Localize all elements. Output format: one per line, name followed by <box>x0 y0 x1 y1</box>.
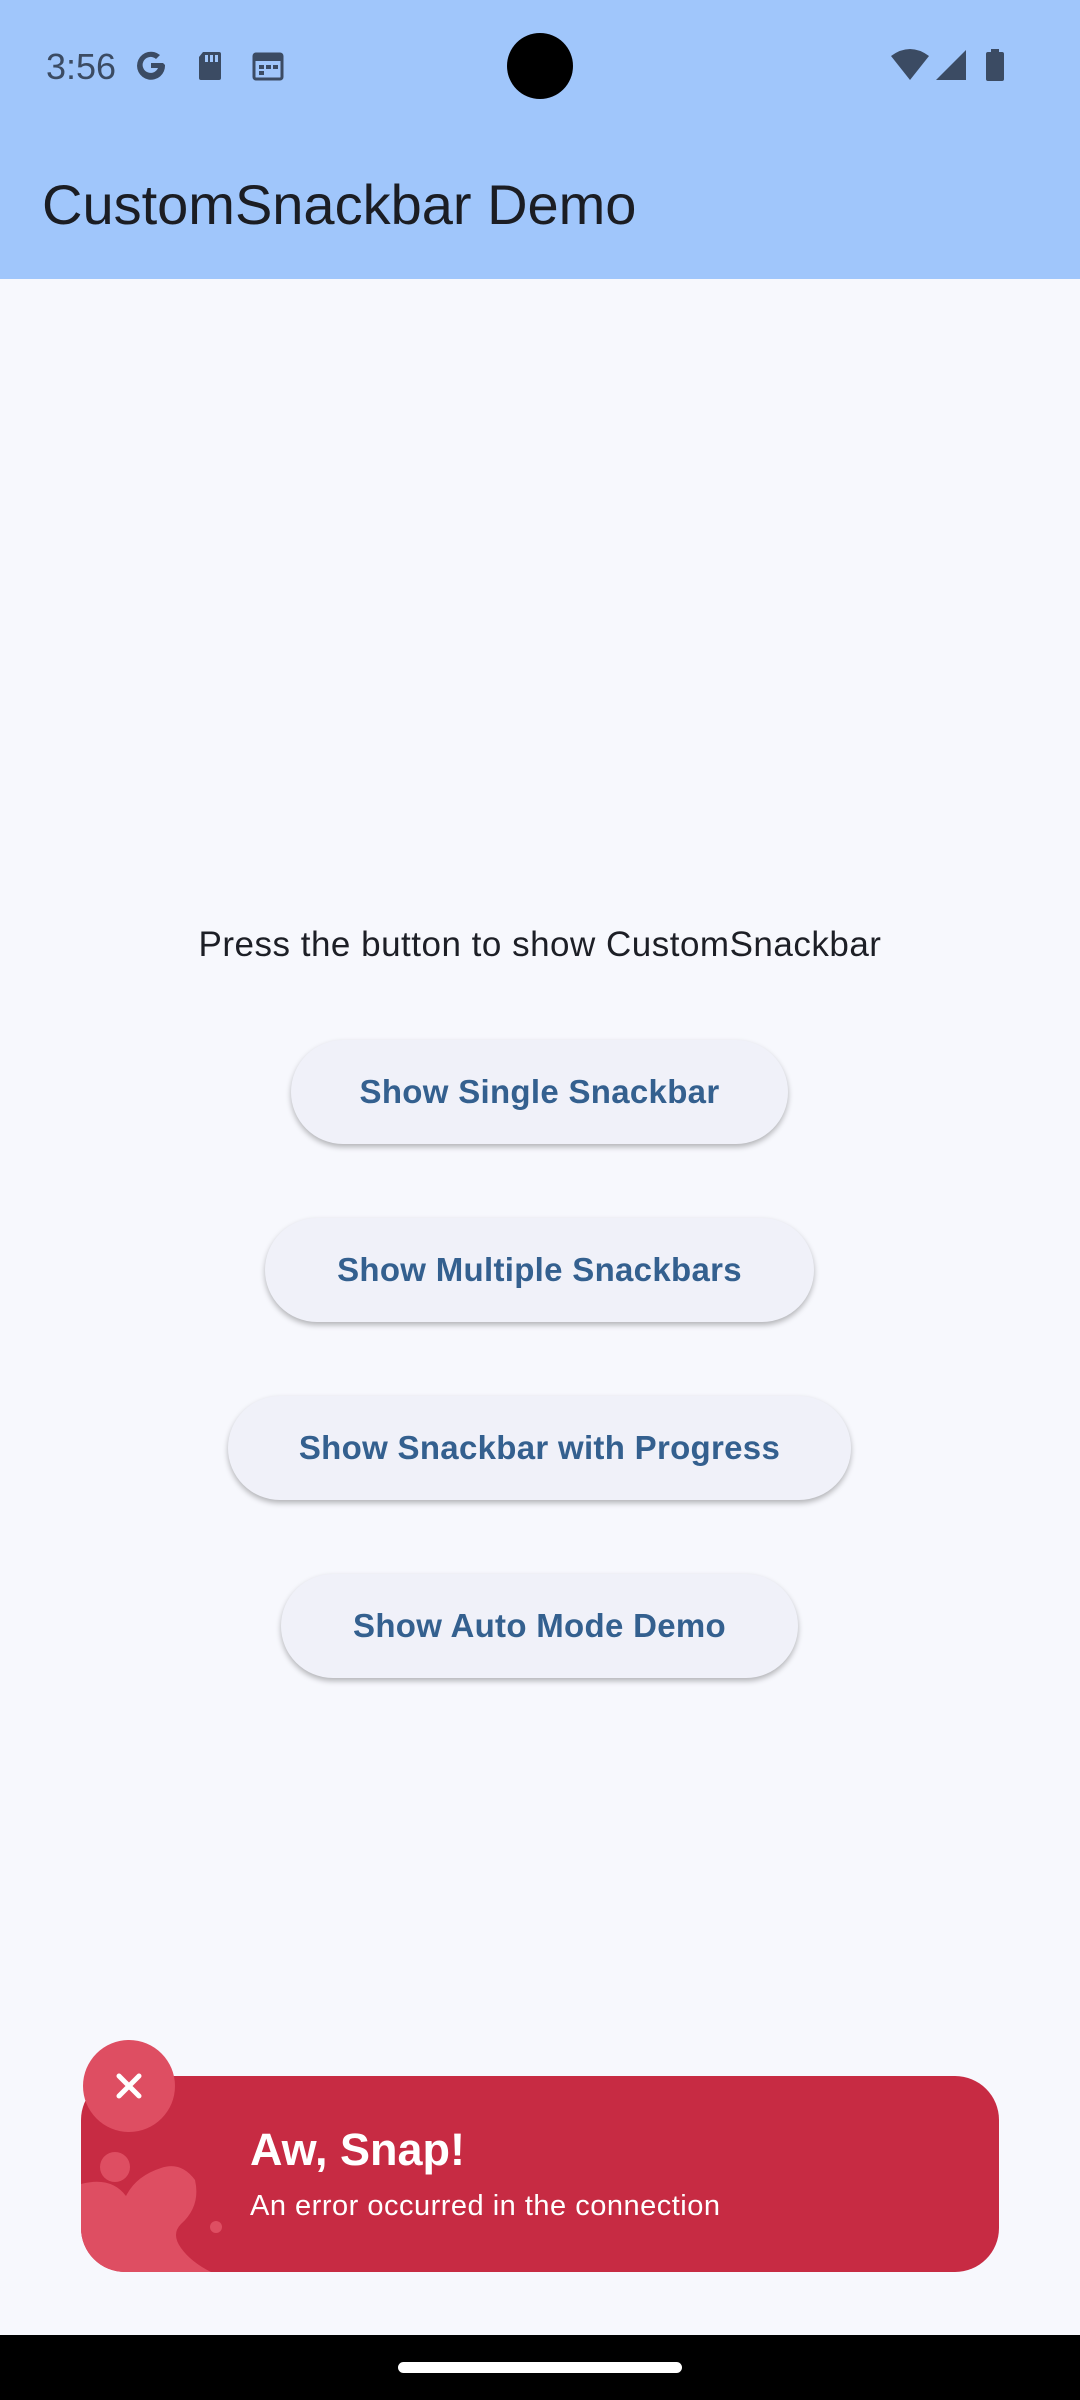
show-auto-mode-demo-button[interactable]: Show Auto Mode Demo <box>281 1574 798 1678</box>
system-nav-bar <box>0 2335 1080 2400</box>
app-title: CustomSnackbar Demo <box>42 173 637 236</box>
calendar-icon <box>251 48 285 82</box>
snackbar-bubbles-decoration <box>81 2152 222 2272</box>
app-bar: CustomSnackbar Demo <box>0 132 1080 279</box>
google-icon <box>134 48 168 82</box>
wifi-icon <box>890 48 930 82</box>
status-bar: 3:56 <box>0 0 1080 132</box>
show-snackbar-with-progress-button[interactable]: Show Snackbar with Progress <box>228 1396 851 1500</box>
show-single-snackbar-button[interactable]: Show Single Snackbar <box>291 1040 788 1144</box>
instruction-text: Press the button to show CustomSnackbar <box>198 925 882 964</box>
close-icon <box>114 2071 144 2101</box>
snackbar-close-button[interactable] <box>83 2040 175 2132</box>
battery-icon <box>982 48 1008 82</box>
error-snackbar: Aw, Snap! An error occurred in the conne… <box>81 2076 999 2272</box>
camera-cutout <box>507 33 573 99</box>
snackbar-title: Aw, Snap! <box>250 2124 466 2175</box>
show-multiple-snackbars-button[interactable]: Show Multiple Snackbars <box>265 1218 814 1322</box>
home-indicator[interactable] <box>398 2362 682 2373</box>
status-time: 3:56 <box>46 46 117 87</box>
snackbar-message: An error occurred in the connection <box>250 2190 721 2222</box>
sd-card-icon <box>193 48 227 82</box>
cell-signal-icon <box>934 48 968 82</box>
